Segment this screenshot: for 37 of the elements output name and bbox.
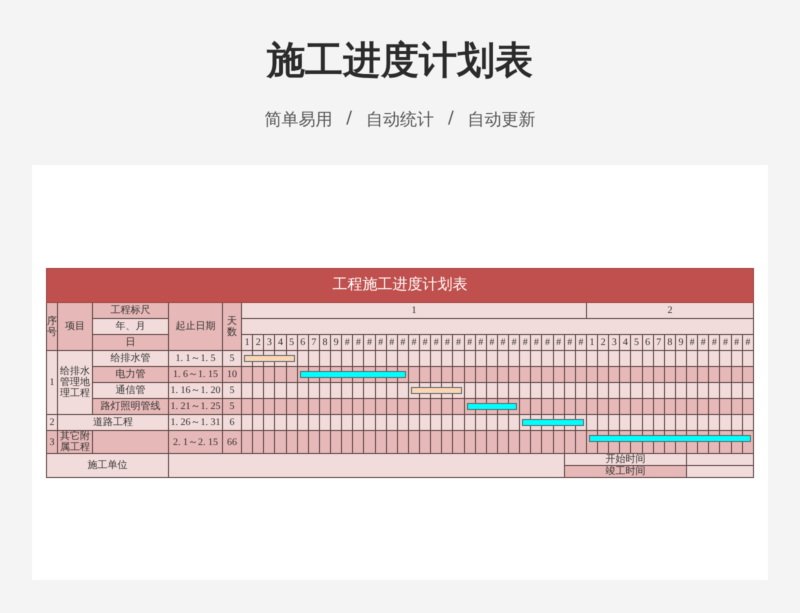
table-cell: 66 [222, 430, 242, 454]
table-cell: 1. 26～1. 31 [168, 414, 222, 430]
header-cell: 序号 [46, 302, 58, 350]
header-cell: 天数 [222, 302, 242, 350]
page-title: 施工进度计划表 [267, 37, 533, 84]
table-cell: 2 [46, 414, 58, 430]
table-cell [686, 466, 754, 478]
month-header: 2 [586, 302, 754, 318]
table-cell: 1. 21～1. 25 [168, 398, 222, 414]
table-cell: 1 [46, 350, 58, 414]
table-cell: 通信管 [92, 382, 168, 398]
table-title: 工程施工进度计划表 [46, 268, 754, 302]
table-cell: 其它附属工程 [58, 430, 92, 454]
table-cell: 3 [46, 430, 58, 454]
subtitle-text: 简单易用 [264, 109, 332, 131]
table-cell: 施工单位 [46, 454, 168, 478]
header-cell: 起止日期 [168, 302, 222, 350]
separator: / [448, 108, 454, 130]
table-cell: 1. 16～1. 20 [168, 382, 222, 398]
separator: / [346, 108, 352, 130]
header-cell: 工程标尺 [92, 302, 168, 318]
table-cell: 路灯照明管线 [92, 398, 168, 414]
table-cell: 1. 1～1. 5 [168, 350, 222, 366]
table-cell: 2. 1～2. 15 [168, 430, 222, 454]
table-cell: 给排水管理地理工程 [58, 350, 92, 414]
table-cell: 道路工程 [58, 414, 168, 430]
subtitle-text: 自动更新 [468, 109, 536, 131]
table-cell: 电力管 [92, 366, 168, 382]
header-cell: 年、月 [92, 318, 168, 334]
table-cell: 1. 6～1. 15 [168, 366, 222, 382]
header-cell: 项目 [58, 302, 92, 350]
table-cell: 给排水管 [92, 350, 168, 366]
month-header: 1 [242, 302, 586, 318]
header-cell: 日 [92, 334, 168, 350]
subtitle-text: 自动统计 [366, 109, 434, 131]
table-cell: 竣工时间 [564, 466, 686, 478]
table-cell: 开始时间 [564, 454, 686, 466]
